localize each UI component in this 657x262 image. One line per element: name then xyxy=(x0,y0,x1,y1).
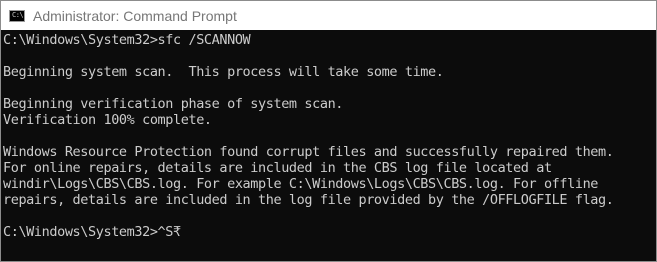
console-line-offline-repairs: repairs, details are included in the log… xyxy=(3,192,614,208)
console-line-prompt[interactable]: C:\Windows\System32>^S₹ xyxy=(3,224,181,240)
console-output[interactable]: C:\Windows\System32>sfc /SCANNOW Beginni… xyxy=(1,30,656,261)
console-line-online-repairs: For online repairs, details are included… xyxy=(3,160,552,176)
console-line-result: Windows Resource Protection found corrup… xyxy=(3,144,614,160)
console-line-log-path: windir\Logs\CBS\CBS.log. For example C:\… xyxy=(3,176,599,192)
console-line-scan-start: Beginning system scan. This process will… xyxy=(3,64,444,80)
console-line-verification-complete: Verification 100% complete. xyxy=(3,112,212,128)
console-line-command: C:\Windows\System32>sfc /SCANNOW xyxy=(3,32,251,48)
command-prompt-icon[interactable]: C:\ xyxy=(9,9,25,22)
command-prompt-icon-glyph: C:\ xyxy=(12,10,24,19)
command-prompt-window: C:\ Administrator: Command Prompt C:\Win… xyxy=(0,0,657,262)
window-title: Administrator: Command Prompt xyxy=(33,7,237,24)
console-line-verification-phase: Beginning verification phase of system s… xyxy=(3,96,344,112)
title-bar[interactable]: C:\ Administrator: Command Prompt xyxy=(1,1,656,30)
